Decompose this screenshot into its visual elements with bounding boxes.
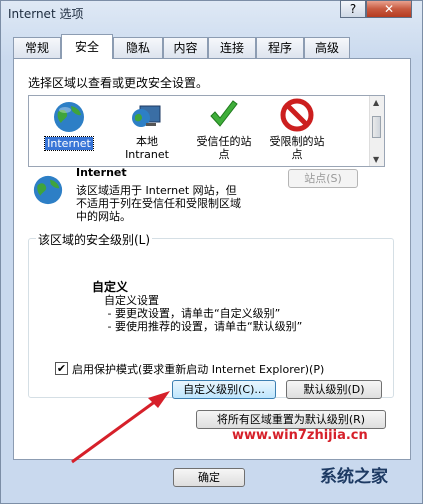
watermark-url: www.win7zhijia.cn [232, 428, 368, 443]
tab-security[interactable]: 安全 [61, 34, 113, 59]
watermark-brand: 系统之家 [320, 467, 388, 487]
